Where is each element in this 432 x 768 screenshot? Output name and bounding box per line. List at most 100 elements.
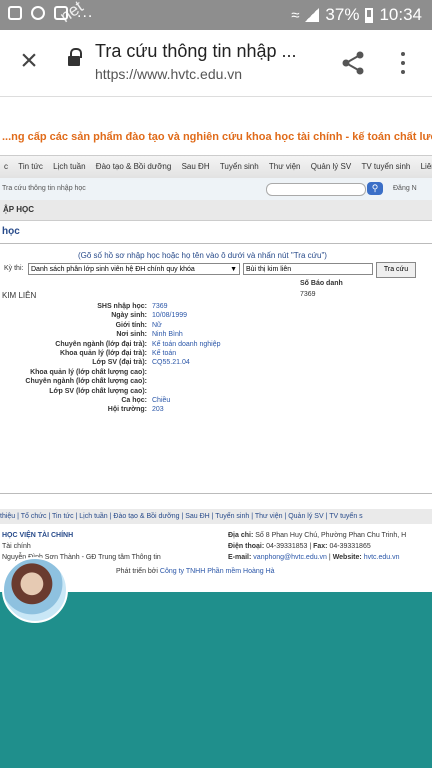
exam-select-value: Danh sách phân lớp sinh viên hệ ĐH chính… (31, 266, 195, 273)
email-label: E-mail: (228, 554, 252, 561)
divider (0, 243, 432, 244)
breadcrumb: Tra cứu thông tin nhập học (2, 185, 86, 192)
nav-item-quan-ly-sv[interactable]: Quản lý SV (311, 162, 351, 171)
website-label: Website: (332, 554, 362, 561)
developer-prefix: Phát triển bởi (116, 568, 158, 575)
page-background-teal (0, 592, 432, 768)
info-label: Nơi sinh: (116, 331, 147, 339)
footer-phone: Điện thoại: 04-39331853 | Fax: 04-393318… (228, 543, 371, 550)
info-label: SHS nhập học: (97, 303, 147, 310)
info-label: Chuyên ngành (lớp đại trà): (55, 340, 147, 348)
address-label: Địa chỉ: (228, 532, 254, 539)
nav-item-lich-tuan[interactable]: Lịch tuần (53, 162, 85, 171)
info-value: Kế toán doanh nghiệp (152, 340, 221, 348)
custom-tab-toolbar: × Tra cứu thông tin nhập ... https://www… (0, 30, 432, 97)
dropdown-arrow-icon: ▼ (230, 266, 237, 273)
battery-percent: 37% (325, 5, 360, 24)
search-form: Kỳ thi: Danh sách phân lớp sinh viên hệ … (0, 262, 432, 278)
footer-contact: E-mail: vanphong@hvtc.edu.vn | Website: … (228, 554, 400, 561)
share-icon[interactable] (340, 50, 366, 76)
website-link[interactable]: hvtc.edu.vn (364, 554, 400, 561)
breadcrumb-bar: Tra cứu thông tin nhập học ⚲ Đăng N (0, 178, 432, 200)
login-link[interactable]: Đăng N (393, 178, 417, 200)
info-label: Lớp SV (đại trà): (92, 359, 147, 367)
section-title: ẬP HỌC (3, 205, 34, 214)
info-row: Lớp SV (lớp chất lượng cao): (0, 387, 432, 396)
info-row: Khoa quản lý (lớp đại trà): Kế toán (0, 349, 432, 358)
info-label: Khoa quản lý (lớp chất lượng cao): (30, 368, 147, 376)
footer-developer: Phát triển bởi Công ty TNHH Phần mềm Hoà… (116, 568, 275, 575)
info-row: Giới tính: Nữ (0, 321, 432, 330)
divider (0, 493, 432, 494)
exam-label: Kỳ thi: (4, 265, 24, 272)
info-value: Kế toán (152, 349, 177, 357)
footer-line: Tài chính (2, 543, 31, 550)
nav-item-lien-he[interactable]: Liên (421, 162, 432, 171)
web-content: ...ng cấp các sản phẩm đào tạo và nghiên… (0, 97, 432, 768)
nav-item-tuyen-sinh[interactable]: Tuyển sinh (220, 162, 259, 171)
lookup-button[interactable]: Tra cứu (376, 262, 416, 278)
info-value: CQ55.21.04 (152, 359, 190, 367)
nav-item-tv-tuyen-sinh[interactable]: TV tuyển sinh (361, 162, 410, 171)
email-link[interactable]: vanphong@hvtc.edu.vn (253, 554, 327, 561)
close-icon[interactable]: × (16, 46, 42, 76)
sbd-header: Số Báo danh (300, 280, 343, 287)
fax-value: 04-39331865 (329, 543, 371, 550)
site-banner: ...ng cấp các sản phẩm đào tạo và nghiên… (2, 131, 432, 143)
exam-select[interactable]: Danh sách phân lớp sinh viên hệ ĐH chính… (28, 263, 240, 275)
info-value: 10/08/1999 (152, 312, 188, 320)
phone-label: Điện thoại: (228, 543, 265, 550)
overflow-menu-icon[interactable] (398, 50, 408, 76)
sbd-value: 7369 (300, 291, 316, 298)
developer-link[interactable]: Công ty TNHH Phần mềm Hoàng Hà (160, 568, 275, 575)
info-row: Ca học: Chiều (0, 396, 432, 405)
fax-label: Fax: (313, 543, 328, 550)
student-name: KIM LIÊN (2, 291, 37, 300)
name-input[interactable]: Bùi thị kim liên (243, 263, 373, 275)
lock-icon[interactable] (68, 48, 82, 68)
nav-item-dao-tao[interactable]: Đào tạo & Bồi dưỡng (96, 162, 172, 171)
info-row: Nơi sinh: Ninh Bình (0, 330, 432, 339)
footer-org: HỌC VIỆN TÀI CHÍNH (2, 532, 74, 539)
info-row: Khoa quản lý (lớp chất lượng cao): (0, 368, 432, 377)
clock: 10:34 (379, 5, 422, 24)
gallery-notification-icon (8, 6, 22, 20)
info-value: 7369 (152, 303, 168, 310)
info-label: Hội trường: (107, 406, 147, 414)
info-row: Lớp SV (đại trà): CQ55.21.04 (0, 358, 432, 367)
info-value: Nữ (152, 321, 162, 329)
info-label: Lớp SV (lớp chất lượng cao): (49, 387, 147, 395)
messenger-notification-icon (31, 6, 45, 20)
page-title: Tra cứu thông tin nhập ... (95, 41, 297, 61)
info-label: Giới tính: (115, 321, 147, 329)
info-row: Chuyên ngành (lớp đại trà): Kế toán doanh… (0, 340, 432, 349)
nav-item-sau-dh[interactable]: Sau ĐH (182, 162, 210, 171)
url-text[interactable]: https://www.hvtc.edu.vn (95, 66, 242, 82)
page-heading: học (2, 226, 20, 237)
phone-value: 04-39331853 (266, 543, 308, 550)
nav-item-tin-tuc[interactable]: Tin tức (18, 162, 43, 171)
chat-head-avatar[interactable] (2, 557, 68, 623)
info-value: 203 (152, 406, 164, 414)
address-value: Số 8 Phan Huy Chú, Phường Phan Chu Trinh… (255, 532, 407, 539)
info-label: Ngày sinh: (111, 312, 147, 320)
info-label: Khoa quản lý (lớp đại trà): (59, 349, 147, 357)
main-nav: c Tin tức Lịch tuần Đào tạo & Bồi dưỡng … (0, 155, 432, 179)
footer-address: Địa chỉ: Số 8 Phan Huy Chú, Phường Phan … (228, 532, 406, 539)
info-row: SHS nhập học: 7369 (0, 302, 432, 311)
status-bar: ... net ≈ 37% 10:34 (0, 0, 432, 30)
site-search-input[interactable] (266, 183, 366, 196)
signal-icon (305, 8, 320, 22)
info-row: Chuyên ngành (lớp chất lượng cao): (0, 377, 432, 386)
info-value: Ninh Bình (152, 331, 183, 339)
footer-nav[interactable]: thiệu | Tổ chức | Tin tức | Lịch tuần | … (0, 509, 432, 524)
student-info: SHS nhập học: 7369 Ngày sinh: 10/08/1999 G… (0, 302, 432, 415)
wifi-icon: ≈ (291, 6, 300, 24)
nav-item[interactable]: c (4, 162, 8, 171)
search-icon[interactable]: ⚲ (367, 182, 383, 195)
nav-item-thu-vien[interactable]: Thư viện (269, 162, 301, 171)
info-row: Hội trường: 203 (0, 405, 432, 414)
info-label: Ca học: (121, 396, 147, 404)
battery-icon (365, 7, 374, 23)
info-value: Chiều (152, 396, 171, 404)
